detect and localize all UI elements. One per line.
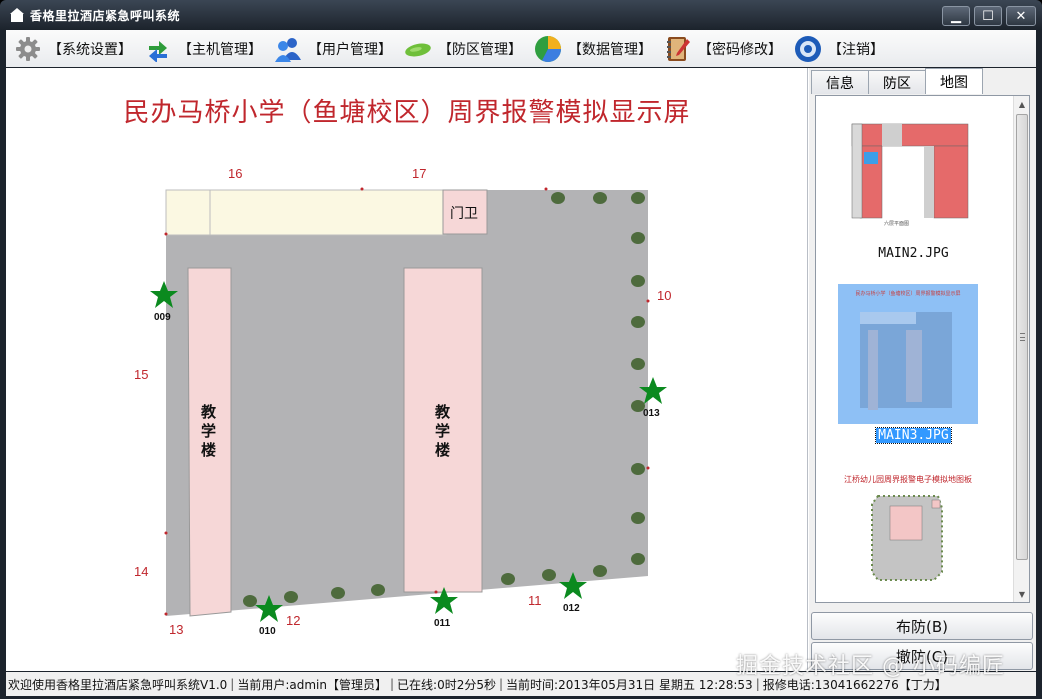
- zone-number: 13: [169, 622, 184, 637]
- window-title: 香格里拉酒店紧急呼叫系统: [30, 8, 181, 23]
- map-thumbnail-main3[interactable]: 民办马桥小学（鱼塘校区）周界报警模拟显示屏: [838, 284, 978, 424]
- alarm-point-star-icon[interactable]: [254, 594, 284, 624]
- toolbar-system-settings[interactable]: 【系统设置】: [14, 34, 132, 64]
- sync-arrows-icon: [144, 35, 172, 63]
- maximize-button[interactable]: ☐: [974, 6, 1002, 26]
- toolbar-label: 【主机管理】: [178, 41, 262, 58]
- thumbnail-scrollbar[interactable]: ▲ ▼: [1013, 96, 1029, 602]
- toolbar-label: 【防区管理】: [438, 41, 522, 58]
- main-area: 民办马桥小学（鱼塘校区）周界报警模拟显示屏 16 17 10 15 14 13 …: [6, 68, 1036, 671]
- alarm-point-label: 012: [563, 603, 580, 614]
- toolbar-logout[interactable]: 【注销】: [794, 34, 884, 64]
- status-current-user: 当前用户:admin【管理员】: [237, 677, 387, 692]
- minimize-button[interactable]: ▁: [942, 6, 970, 26]
- side-tabs: 信息 防区 地图: [811, 68, 983, 94]
- toolbar-change-password[interactable]: 【密码修改】: [664, 34, 782, 64]
- scrollbar-thumb[interactable]: [1016, 114, 1028, 560]
- title-bar: 香格里拉酒店紧急呼叫系统 ▁ ☐ ✕: [0, 0, 1042, 30]
- users-icon: [274, 35, 302, 63]
- thumb-title: 民办马桥小学（鱼塘校区）周界报警模拟显示屏: [855, 291, 961, 297]
- tab-map[interactable]: 地图: [925, 68, 983, 94]
- toolbar-label: 【密码修改】: [698, 41, 782, 58]
- alarm-point-star-icon[interactable]: [149, 280, 179, 310]
- building-label: 教学楼: [433, 404, 451, 461]
- zone-number: 11: [528, 593, 542, 608]
- map-thumbnail-kindergarten[interactable]: 江桥幼儿园周界报警电子模拟地图板: [838, 468, 978, 602]
- perimeter-map: [164, 187, 650, 617]
- alarm-point-label: 011: [434, 618, 451, 629]
- alarm-point-star-icon[interactable]: [558, 571, 588, 601]
- map-thumbnail-list[interactable]: 六层平面图 MAIN2.JPG 民办马桥小学（鱼塘校区）周界报警模拟显示屏 MA…: [815, 95, 1030, 603]
- toolbar-label: 【系统设置】: [48, 41, 132, 58]
- status-online-duration: 已在线:0时2分5秒: [397, 677, 496, 692]
- alarm-point-star-icon[interactable]: [429, 586, 459, 616]
- scroll-up-icon[interactable]: ▲: [1014, 96, 1029, 112]
- toolbar-label: 【注销】: [828, 41, 884, 58]
- toolbar-label: 【数据管理】: [568, 41, 652, 58]
- alarm-point-star-icon[interactable]: [638, 376, 668, 406]
- alarm-point-label: 010: [259, 626, 276, 637]
- gear-icon: [14, 35, 42, 63]
- thumb-subcaption: 六层平面图: [884, 221, 910, 227]
- zone-number: 14: [134, 564, 149, 579]
- toolbar-data-management[interactable]: 【数据管理】: [534, 34, 652, 64]
- gate-house-label: 门卫: [450, 206, 478, 222]
- building-label: 教学楼: [199, 404, 217, 461]
- home-icon: [10, 8, 24, 22]
- zone-number: 17: [412, 166, 427, 181]
- notebook-pen-icon: [664, 35, 692, 63]
- arm-button[interactable]: 布防(B): [811, 612, 1033, 640]
- alarm-point-label: 009: [154, 312, 171, 323]
- close-button[interactable]: ✕: [1006, 6, 1036, 26]
- toolbar-user-management[interactable]: 【用户管理】: [274, 34, 392, 64]
- scroll-down-icon[interactable]: ▼: [1014, 586, 1029, 602]
- zone-number: 16: [228, 166, 243, 181]
- status-welcome: 欢迎使用香格里拉酒店紧急呼叫系统V1.0: [8, 677, 228, 692]
- zone-number: 12: [286, 613, 301, 628]
- alarm-point-label: 013: [643, 408, 660, 419]
- zone-number: 10: [657, 288, 672, 303]
- tab-info[interactable]: 信息: [811, 70, 869, 94]
- pie-chart-icon: [534, 35, 562, 63]
- logout-disc-icon: [794, 35, 822, 63]
- zone-icon: [404, 35, 432, 63]
- tab-zones[interactable]: 防区: [868, 70, 926, 94]
- window-controls: ▁ ☐ ✕: [942, 6, 1036, 26]
- toolbar-label: 【用户管理】: [308, 41, 392, 58]
- thumb-caption-selected: MAIN3.JPG: [875, 427, 952, 444]
- thumb-title: 江桥幼儿园周界报警电子模拟地图板: [844, 475, 972, 484]
- map-display: 民办马桥小学（鱼塘校区）周界报警模拟显示屏 16 17 10 15 14 13 …: [6, 68, 808, 671]
- north-strip: [165, 189, 447, 236]
- map-thumbnail-main2[interactable]: 六层平面图: [838, 102, 978, 242]
- watermark: 掘金技术社区 @ 小码编匠: [736, 654, 1005, 679]
- toolbar-host-management[interactable]: 【主机管理】: [144, 34, 262, 64]
- toolbar-zone-management[interactable]: 【防区管理】: [404, 34, 522, 64]
- zone-number: 15: [134, 367, 149, 382]
- thumb-caption: MAIN2.JPG: [878, 246, 949, 261]
- app-window: 香格里拉酒店紧急呼叫系统 ▁ ☐ ✕ 【系统设置】 【主机管理】 【用户管理】: [0, 0, 1042, 699]
- main-toolbar: 【系统设置】 【主机管理】 【用户管理】 【防区管理】 【数据管理】 【密码修改…: [6, 30, 1036, 67]
- side-panel: 信息 防区 地图 六层平面图 MAIN2.JPG 民办马桥小学（鱼塘校区）周界报…: [809, 68, 1036, 671]
- status-current-time: 当前时间:2013年05月31日 星期五 12:28:53: [506, 677, 753, 692]
